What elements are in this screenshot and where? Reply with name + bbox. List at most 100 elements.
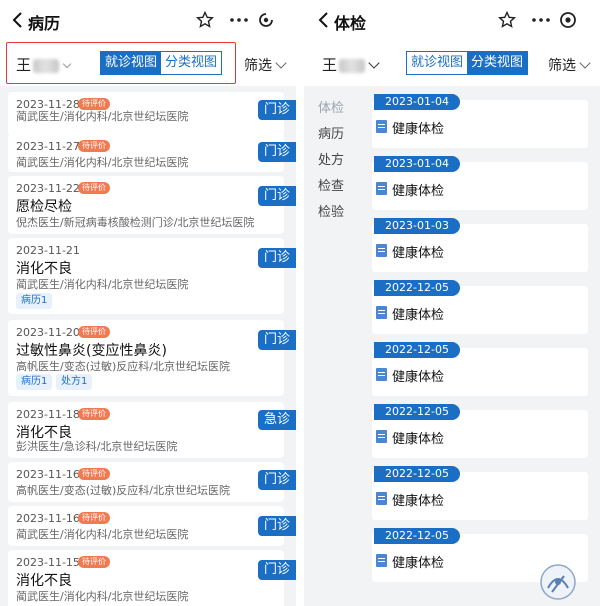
exam-date: 2022-12-05: [374, 342, 460, 358]
records-panel: 病历 王 就诊视图 分类视图 筛选 2023-11-28 待评价 蔺武医生/消化…: [0, 0, 296, 606]
exam-date: 2022-12-05: [374, 404, 460, 420]
record-card[interactable]: 2023-11-20 待评价 过敏性鼻炎(变应性鼻炎) 高帆医生/变态(过敏)反…: [8, 320, 296, 396]
record-date: 2023-11-18: [16, 408, 80, 421]
exam-name: 健康体检: [392, 122, 445, 137]
record-card[interactable]: 2023-11-27 待评价 蔺武医生/消化内科/北京世纪坛医院 门诊: [8, 134, 296, 172]
exam-card[interactable]: 2023-01-04 健康体检: [372, 94, 588, 148]
hospital-logo-icon[interactable]: [538, 562, 578, 602]
record-card[interactable]: 2023-11-18 待评价 消化不良 彭洪医生/急诊科/北京世纪坛医院 急诊: [8, 402, 296, 458]
exam-date: 2022-12-05: [374, 280, 460, 296]
record-title: 消化不良: [16, 261, 72, 277]
record-dept: 高帆医生/变态(过敏)反应科/北京世纪坛医院: [16, 360, 230, 373]
exam-name: 健康体检: [392, 246, 445, 261]
record-card[interactable]: 2023-11-21 消化不良 蔺武医生/消化内科/北京世纪坛医院 病历1 门诊: [8, 238, 296, 314]
more-icon[interactable]: [228, 12, 250, 28]
panel-divider: [296, 0, 304, 606]
exam-name: 健康体检: [392, 184, 445, 199]
star-icon[interactable]: [498, 11, 516, 29]
exam-card[interactable]: 2023-01-04 健康体检: [372, 156, 588, 210]
exam-panel: 体检 王 就诊视图 分类视图 筛选 体检 病历 处方 检查 检验 2023-01…: [304, 0, 600, 606]
exam-name: 健康体检: [392, 432, 445, 447]
medical-record-tag[interactable]: 病历1: [16, 293, 53, 309]
document-icon: [376, 554, 387, 567]
record-dept: 倪杰医生/新冠病毒核酸检测门诊/北京世纪坛医院: [16, 216, 255, 229]
record-date: 2023-11-16: [16, 512, 80, 525]
chevron-down-icon: [275, 57, 287, 69]
evaluate-badge[interactable]: 待评价: [78, 326, 110, 338]
exam-card[interactable]: 2022-12-05 健康体检: [372, 404, 588, 458]
highlight-box: [6, 42, 236, 84]
back-arrow-icon[interactable]: [316, 12, 332, 28]
record-card[interactable]: 2023-11-16 待评价 高帆医生/变态(过敏)反应科/北京世纪坛医院 门诊: [8, 462, 296, 502]
exam-card[interactable]: 2022-12-05 健康体检: [372, 342, 588, 396]
visit-type-tag: 门诊: [258, 248, 296, 268]
record-dept: 蔺武医生/消化内科/北京世纪坛医院: [16, 528, 189, 541]
name-blur: [339, 58, 366, 73]
more-icon[interactable]: [530, 12, 552, 28]
prescription-tag[interactable]: 处方1: [56, 374, 93, 390]
visit-type-tag: 门诊: [258, 560, 296, 580]
record-title: 消化不良: [16, 573, 72, 589]
document-icon: [376, 430, 387, 443]
exam-card[interactable]: 2023-01-03 健康体检: [372, 218, 588, 272]
evaluate-badge[interactable]: 待评价: [78, 182, 110, 194]
filter-button[interactable]: 筛选: [244, 55, 287, 75]
view-switch: 就诊视图 分类视图: [406, 51, 529, 75]
exam-date: 2023-01-04: [374, 94, 460, 110]
record-date: 2023-11-15: [16, 556, 80, 569]
target-icon[interactable]: [558, 10, 578, 30]
record-dept: 彭洪医生/急诊科/北京世纪坛医院: [16, 440, 178, 453]
record-date: 2023-11-21: [16, 244, 80, 257]
exam-date: 2022-12-05: [374, 466, 460, 482]
back-arrow-icon[interactable]: [10, 12, 26, 28]
right-navbar: 体检: [304, 0, 600, 40]
exam-name: 健康体检: [392, 494, 445, 509]
visit-type-tag: 急诊: [258, 410, 296, 430]
record-title: 过敏性鼻炎(变应性鼻炎): [16, 343, 167, 359]
exam-date: 2023-01-03: [374, 218, 460, 234]
document-icon: [376, 244, 387, 257]
filter-button[interactable]: 筛选: [548, 55, 591, 75]
evaluate-badge[interactable]: 待评价: [78, 140, 110, 152]
category-sidebar: 体检 病历 处方 检查 检验: [318, 96, 344, 226]
exam-card[interactable]: 2022-12-05 健康体检: [372, 466, 588, 520]
evaluate-badge[interactable]: 待评价: [78, 556, 110, 568]
record-card[interactable]: 2023-11-16 待评价 蔺武医生/消化内科/北京世纪坛医院 门诊: [8, 506, 296, 546]
exam-date: 2022-12-05: [374, 528, 460, 544]
exam-name: 健康体检: [392, 556, 445, 571]
record-date: 2023-11-20: [16, 326, 80, 339]
visit-type-tag: 门诊: [258, 330, 296, 350]
tab-visit-view[interactable]: 就诊视图: [407, 52, 468, 74]
page-title: 体检: [334, 14, 367, 33]
evaluate-badge[interactable]: 待评价: [78, 408, 110, 420]
exam-card[interactable]: 2022-12-05 健康体检: [372, 280, 588, 334]
record-dept: 蔺武医生/消化内科/北京世纪坛医院: [16, 590, 189, 603]
right-filter-bar: 王 就诊视图 分类视图 筛选: [304, 40, 600, 86]
record-date: 2023-11-22: [16, 182, 80, 195]
star-icon[interactable]: [196, 11, 214, 29]
refresh-icon[interactable]: [256, 10, 276, 30]
record-dept: 蔺武医生/消化内科/北京世纪坛医院: [16, 278, 189, 291]
visit-type-tag: 门诊: [258, 186, 296, 206]
evaluate-badge[interactable]: 待评价: [78, 512, 110, 524]
tab-category-view[interactable]: 分类视图: [467, 52, 528, 74]
sidebar-item-check[interactable]: 检查: [318, 174, 344, 200]
record-card[interactable]: 2023-11-28 待评价 蔺武医生/消化内科/北京世纪坛医院 门诊: [8, 92, 296, 136]
record-dept: 蔺武医生/消化内科/北京世纪坛医院: [16, 156, 189, 169]
patient-selector[interactable]: 王: [322, 54, 380, 75]
exam-date: 2023-01-04: [374, 156, 460, 172]
evaluate-badge[interactable]: 待评价: [78, 468, 110, 480]
sidebar-item-prescription[interactable]: 处方: [318, 148, 344, 174]
medical-record-tag[interactable]: 病历1: [16, 374, 53, 390]
record-card[interactable]: 2023-11-15 待评价 消化不良 蔺武医生/消化内科/北京世纪坛医院 门诊: [8, 550, 296, 606]
chevron-down-icon: [579, 57, 591, 69]
document-icon: [376, 306, 387, 319]
document-icon: [376, 120, 387, 133]
sidebar-item-lab[interactable]: 检验: [318, 200, 344, 226]
sidebar-item-exam[interactable]: 体检: [318, 96, 344, 122]
page-title: 病历: [28, 14, 61, 33]
visit-type-tag: 门诊: [258, 516, 296, 536]
record-card[interactable]: 2023-11-22 待评价 愿检尽检 倪杰医生/新冠病毒核酸检测门诊/北京世纪…: [8, 176, 296, 234]
document-icon: [376, 182, 387, 195]
sidebar-item-record[interactable]: 病历: [318, 122, 344, 148]
